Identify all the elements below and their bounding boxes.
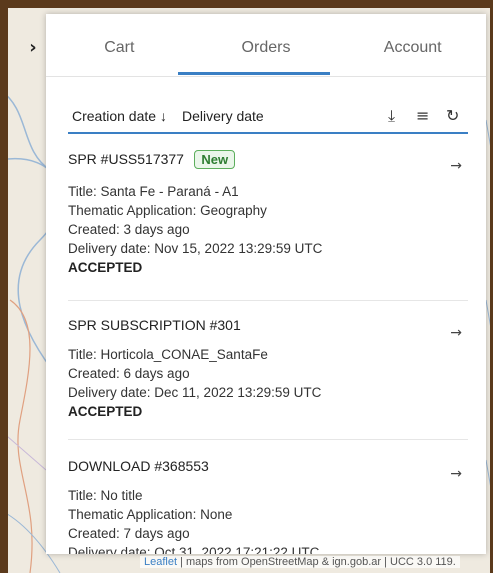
tab-account[interactable]: Account [339,14,486,76]
order-item[interactable]: SPR SUBSCRIPTION #301 → Title: Horticola… [68,301,468,440]
sort-delivery-date[interactable]: Delivery date [182,108,264,124]
order-title: DOWNLOAD #368553 [68,458,209,474]
order-item[interactable]: DOWNLOAD #368553 → Title: No title Thema… [68,440,468,554]
order-title: SPR #USS517377 [68,151,184,167]
order-line: Thematic Application: Geography [68,203,267,218]
filter-icon[interactable]: ≡ [416,106,429,125]
sort-bar: Creation date ↓ Delivery date ⤓ ≡ ↻ [68,102,468,134]
order-line: Created: 6 days ago [68,366,190,381]
order-line: Title: No title [68,488,143,503]
tab-cart[interactable]: Cart [46,14,193,76]
new-badge: New [194,150,236,169]
download-icon[interactable]: ⤓ [388,106,395,126]
attribution-text: | maps from OpenStreetMap & ign.gob.ar |… [177,556,456,568]
order-line: Title: Santa Fe - Paraná - A1 [68,184,239,199]
order-line: Thematic Application: None [68,507,233,522]
window-frame-left [0,0,8,573]
order-line: Delivery date: Nov 15, 2022 13:29:59 UTC [68,241,323,256]
order-status: ACCEPTED [68,260,143,275]
arrow-right-icon[interactable]: → [450,158,462,174]
tab-bar: Cart Orders Account [46,14,486,77]
active-tab-indicator [178,72,330,75]
orders-list: SPR #USS517377 New → Title: Santa Fe - P… [68,140,468,554]
order-item[interactable]: SPR #USS517377 New → Title: Santa Fe - P… [68,140,468,301]
order-status: ACCEPTED [68,404,143,419]
order-title: SPR SUBSCRIPTION #301 [68,317,241,333]
leaflet-link[interactable]: Leaflet [144,556,177,568]
window-frame-top [0,0,493,8]
arrow-down-icon: ↓ [159,108,167,124]
order-line: Created: 3 days ago [68,222,190,237]
map-attribution: Leaflet | maps from OpenStreetMap & ign.… [140,556,460,568]
sort-creation-label: Creation date [72,108,157,124]
order-line: Title: Horticola_CONAE_SantaFe [68,347,268,362]
orders-panel: Cart Orders Account Creation date ↓ Deli… [46,14,486,554]
arrow-right-icon[interactable]: → [450,466,462,482]
order-line: Created: 7 days ago [68,526,190,541]
sort-creation-date[interactable]: Creation date ↓ [72,108,167,124]
order-line: Delivery date: Oct 31, 2022 17:21:22 UTC [68,545,320,554]
refresh-icon[interactable]: ↻ [446,106,459,125]
order-line: Delivery date: Dec 11, 2022 13:29:59 UTC [68,385,322,400]
arrow-right-icon[interactable]: → [450,325,462,341]
chevron-right-icon[interactable]: › [22,38,44,60]
tab-orders[interactable]: Orders [193,14,340,76]
